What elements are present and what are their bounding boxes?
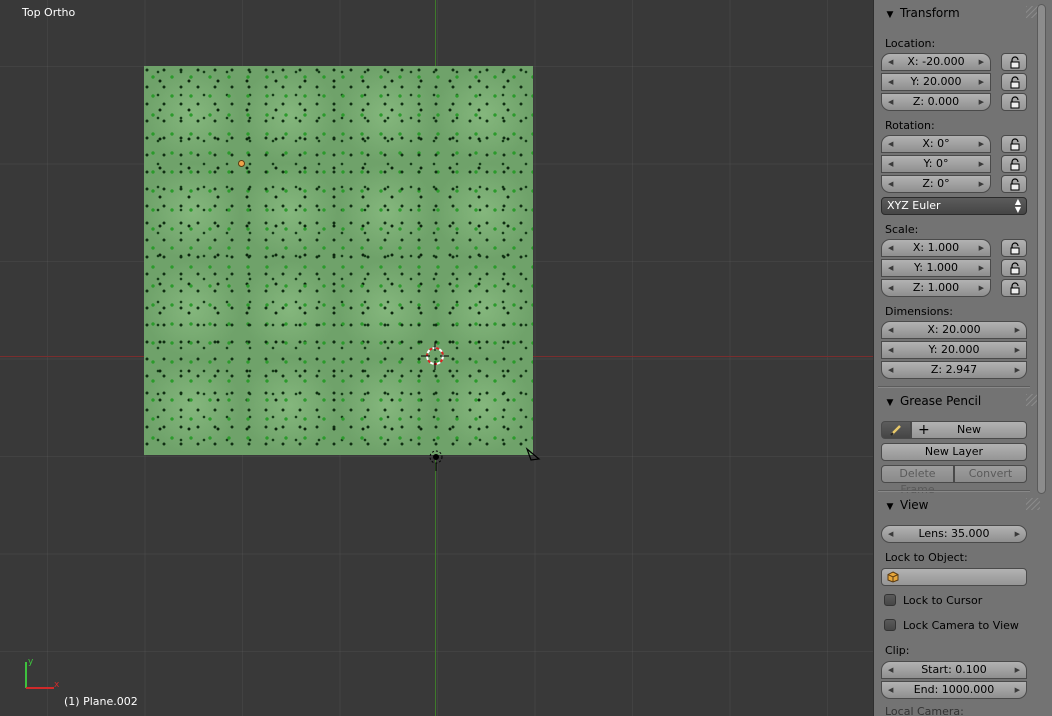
collapse-triangle-icon: ▼ <box>886 502 894 512</box>
checkbox-box[interactable] <box>884 594 896 606</box>
lamp-icon[interactable] <box>424 447 448 471</box>
scale-label: Scale: <box>885 223 919 236</box>
lock-camera-label: Lock Camera to View <box>903 619 1019 632</box>
location-y-field[interactable]: ◀ Y: 20.000 ▶ <box>881 73 991 91</box>
scale-y-field[interactable]: ◀ Y: 1.000 ▶ <box>881 259 991 277</box>
lock-location-y-icon[interactable] <box>1001 73 1027 91</box>
rotation-label: Rotation: <box>885 119 935 132</box>
lens-field[interactable]: ◀ Lens: 35.000 ▶ <box>881 525 1027 543</box>
clip-end-field[interactable]: ◀ End: 1000.000 ▶ <box>881 681 1027 699</box>
rotation-mode-dropdown[interactable]: XYZ Euler ▲ ▼ <box>881 197 1027 215</box>
camera-icon[interactable] <box>525 447 541 463</box>
view-name-label: Top Ortho <box>22 6 76 19</box>
lock-scale-x-icon[interactable] <box>1001 239 1027 257</box>
section-divider <box>878 490 1030 492</box>
lock-to-cursor-label: Lock to Cursor <box>903 594 983 607</box>
object-origin-dot <box>238 160 245 167</box>
3d-cursor-icon[interactable] <box>421 342 449 370</box>
clip-label: Clip: <box>885 644 910 657</box>
location-z-field[interactable]: ◀ Z: 0.000 ▶ <box>881 93 991 111</box>
lock-scale-y-icon[interactable] <box>1001 259 1027 277</box>
location-x-field[interactable]: ◀ X: -20.000 ▶ <box>881 53 991 71</box>
view-panel-header[interactable]: ▼ View <box>878 494 1040 516</box>
dimensions-z-field[interactable]: ◀ Z: 2.947 ▶ <box>881 361 1027 379</box>
grease-pencil-title: Grease Pencil <box>900 394 982 408</box>
axis-gizmo-icon: y x <box>25 657 60 690</box>
dimensions-y-field[interactable]: ◀ Y: 20.000 ▶ <box>881 341 1027 359</box>
transform-title: Transform <box>900 6 960 20</box>
new-grease-pencil-button[interactable]: + New <box>911 421 1027 439</box>
drag-grip-icon[interactable] <box>1026 498 1040 510</box>
lock-rotation-y-icon[interactable] <box>1001 155 1027 173</box>
dimensions-label: Dimensions: <box>885 305 953 318</box>
delete-frame-button[interactable]: Delete Frame <box>881 465 954 496</box>
checkbox-box[interactable] <box>884 619 896 631</box>
updown-arrows-icon: ▲ ▼ <box>1014 197 1021 214</box>
rotation-mode-value: XYZ Euler <box>887 199 941 212</box>
active-object-label: (1) Plane.002 <box>64 695 138 708</box>
section-divider <box>878 386 1030 388</box>
dimensions-x-field[interactable]: ◀ X: 20.000 ▶ <box>881 321 1027 339</box>
textured-plane-object[interactable] <box>144 66 533 455</box>
lock-to-object-label: Lock to Object: <box>885 551 968 564</box>
local-camera-label: Local Camera: <box>885 705 964 716</box>
rotation-z-field[interactable]: ◀ Z: 0° ▶ <box>881 175 991 193</box>
location-label: Location: <box>885 37 936 50</box>
lock-scale-z-icon[interactable] <box>1001 279 1027 297</box>
lock-rotation-x-icon[interactable] <box>1001 135 1027 153</box>
rotation-y-field[interactable]: ◀ Y: 0° ▶ <box>881 155 991 173</box>
collapse-triangle-icon: ▼ <box>886 10 894 20</box>
lock-location-z-icon[interactable] <box>1001 93 1027 111</box>
panel-scrollbar[interactable] <box>1037 4 1046 494</box>
transform-panel-header[interactable]: ▼ Transform <box>878 2 1040 24</box>
grease-pencil-panel-header[interactable]: ▼ Grease Pencil <box>878 390 1040 412</box>
properties-sidebar: ▼ Transform Location: ◀ X: -20.000 ▶ ◀ Y: 20… <box>873 0 1052 716</box>
gizmo-x-label: x <box>54 680 60 690</box>
convert-button[interactable]: Convert <box>954 465 1027 483</box>
clip-start-field[interactable]: ◀ Start: 0.100 ▶ <box>881 661 1027 679</box>
draw-pencil-button[interactable] <box>881 421 911 439</box>
view-title: View <box>900 498 929 512</box>
object-cube-icon <box>887 571 899 583</box>
rotation-x-field[interactable]: ◀ X: 0° ▶ <box>881 135 991 153</box>
collapse-triangle-icon: ▼ <box>886 398 894 408</box>
scale-x-field[interactable]: ◀ X: 1.000 ▶ <box>881 239 991 257</box>
plus-icon: + <box>918 422 930 438</box>
3d-viewport[interactable]: y x Top Ortho (1) Plane.002 <box>0 0 873 716</box>
lock-location-x-icon[interactable] <box>1001 53 1027 71</box>
new-layer-button[interactable]: New Layer <box>881 443 1027 461</box>
pencil-icon <box>890 425 901 436</box>
lock-rotation-z-icon[interactable] <box>1001 175 1027 193</box>
gizmo-y-label: y <box>28 657 34 667</box>
lock-object-field[interactable] <box>881 568 1027 586</box>
new-label: New <box>957 423 981 436</box>
scale-z-field[interactable]: ◀ Z: 1.000 ▶ <box>881 279 991 297</box>
